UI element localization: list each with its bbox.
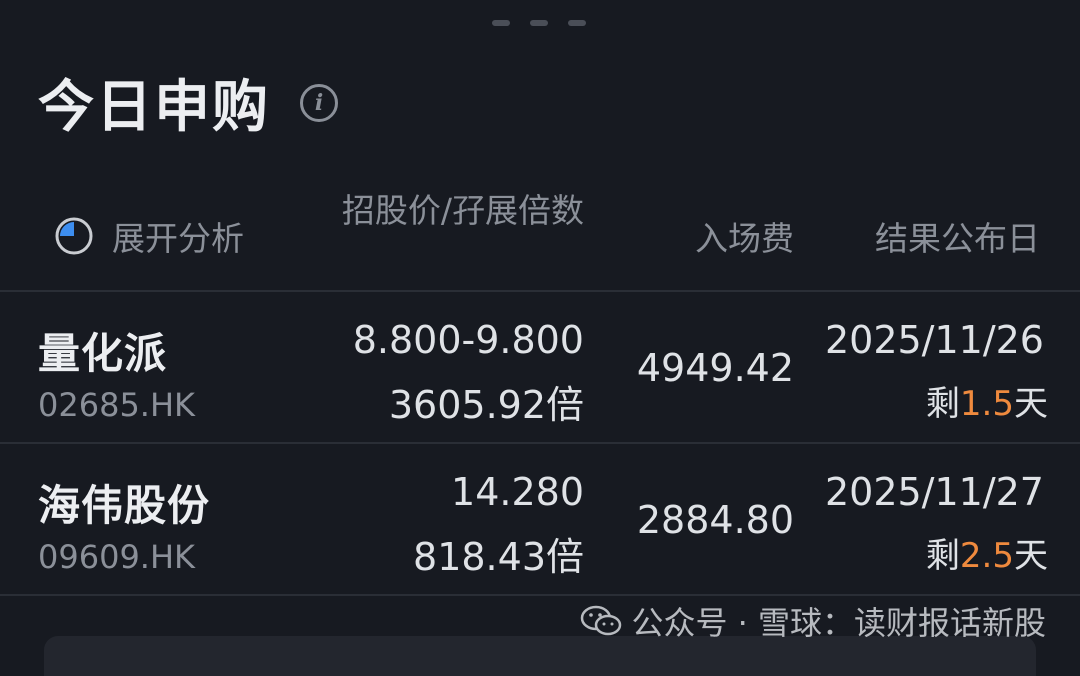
- stock-name: 量化派: [38, 329, 168, 378]
- price-range: 8.800-9.800: [352, 318, 584, 362]
- watermark-text: 公众号 · 雪球：读财报话新股: [631, 604, 1046, 642]
- stock-code: 09609.HK: [38, 538, 196, 576]
- column-header-result-date: 结果公布日: [875, 219, 1040, 258]
- drag-handle[interactable]: [492, 20, 586, 26]
- days-remaining: 剩2.5天: [926, 528, 1048, 577]
- page-title: 今日申购: [38, 75, 270, 140]
- column-header-entry-fee: 入场费: [695, 219, 794, 258]
- remaining-suffix: 天: [1014, 536, 1048, 576]
- expand-analysis-label: 展开分析: [112, 219, 244, 258]
- price-range: 14.280: [451, 470, 584, 514]
- ipo-row[interactable]: 海伟股份 09609.HK 14.280 818.43倍 2884.80 202…: [0, 444, 1080, 594]
- divider: [0, 594, 1080, 596]
- ipo-row[interactable]: 量化派 02685.HK 8.800-9.800 3605.92倍 4949.4…: [0, 292, 1080, 442]
- pie-chart-icon: [55, 217, 93, 255]
- drag-handle-dot: [492, 20, 510, 26]
- stock-name: 海伟股份: [38, 481, 211, 530]
- entry-fee: 2884.80: [636, 498, 794, 542]
- remaining-prefix: 剩: [925, 384, 960, 424]
- result-date: 2025/11/26: [824, 318, 1044, 362]
- oversubscription-multiple: 3605.92倍: [388, 383, 584, 427]
- column-header-price-oversub: 招股价/孖展倍数: [341, 191, 584, 230]
- watermark: 公众号 · 雪球：读财报话新股: [579, 598, 1046, 644]
- remaining-days: 2.5: [959, 536, 1014, 576]
- table-header: 展开分析 招股价/孖展倍数 入场费 结果公布日: [0, 178, 1080, 288]
- result-date: 2025/11/27: [824, 470, 1044, 514]
- title-row: 今日申购 i: [38, 62, 338, 143]
- days-remaining: 剩1.5天: [926, 376, 1048, 425]
- drag-handle-dot: [530, 20, 548, 26]
- stock-code: 02685.HK: [38, 386, 196, 424]
- entry-fee: 4949.42: [636, 346, 794, 390]
- remaining-prefix: 剩: [925, 536, 960, 576]
- remaining-days: 1.5: [959, 384, 1014, 424]
- wechat-icon: [581, 605, 622, 636]
- info-icon[interactable]: i: [300, 83, 338, 122]
- oversubscription-multiple: 818.43倍: [413, 535, 584, 579]
- drag-handle-dot: [568, 20, 586, 26]
- expand-analysis-button[interactable]: 展开分析: [54, 212, 244, 260]
- remaining-suffix: 天: [1014, 384, 1048, 424]
